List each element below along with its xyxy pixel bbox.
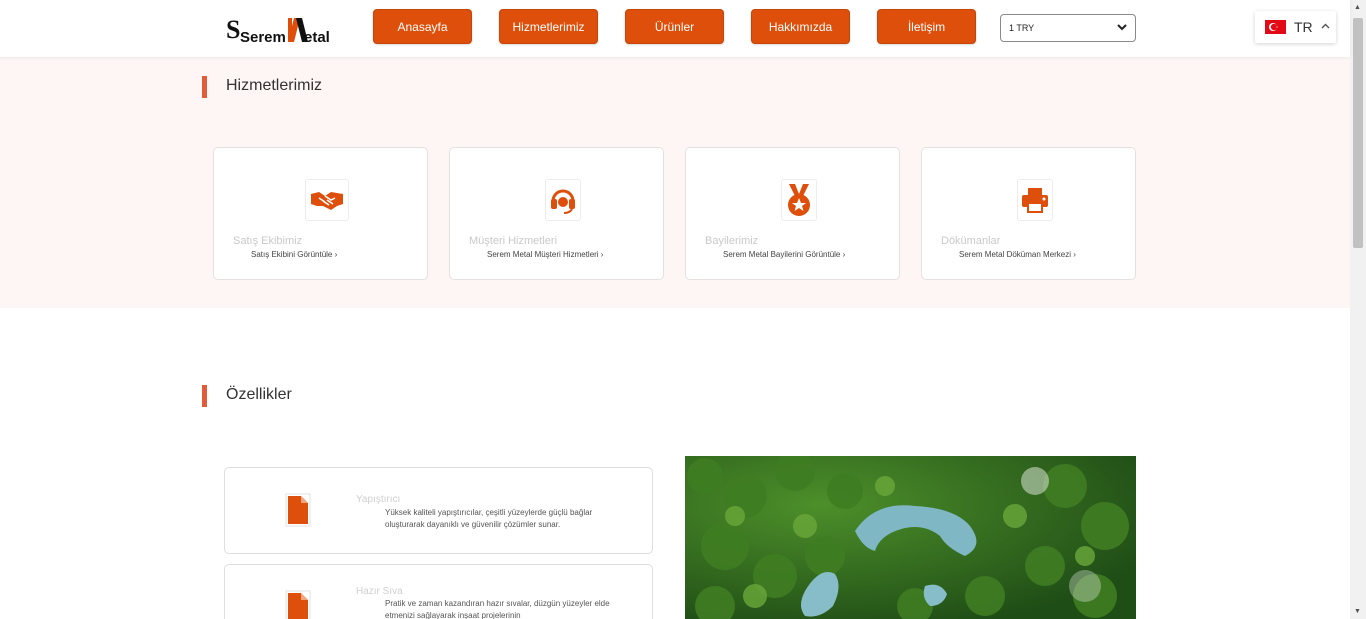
section-accent-bar [202,76,207,98]
feature-title: Yapıştırıcı [356,494,401,505]
currency-select[interactable]: 1 TRY [1000,14,1136,42]
printer-icon [1017,179,1053,221]
service-card-link[interactable]: Serem Metal Bayilerini Görüntüle › [723,250,845,259]
service-card-link[interactable]: Satış Ekibini Görüntüle › [251,250,337,259]
feature-description: Yüksek kaliteli yapıştırıcılar, çeşitli … [385,508,593,529]
service-card-title: Dökümanlar [941,235,1001,247]
nav-urunler-button[interactable]: Ürünler [625,9,724,44]
page-scrollbar[interactable]: ▲ ▼ [1350,0,1366,619]
svg-text:etal: etal [304,29,330,46]
turkey-flag-icon [1265,20,1286,34]
service-card-link[interactable]: Serem Metal Döküman Merkezi › [959,250,1076,259]
service-card-link[interactable]: Serem Metal Müşteri Hizmetleri › [487,250,603,259]
headset-icon [545,179,581,221]
service-card-title: Bayilerimiz [705,235,759,247]
document-icon [285,590,311,619]
nav-anasayfa-button[interactable]: Anasayfa [373,9,472,44]
svg-text:S: S [226,15,240,44]
nav-iletisim-button[interactable]: İletişim [877,9,976,44]
scroll-up-arrow-icon[interactable]: ▲ [1354,4,1361,11]
document-icon [285,493,311,532]
scroll-down-arrow-icon[interactable]: ▼ [1354,608,1361,615]
service-card-title: Satış Ekibimiz [233,235,303,247]
service-card-title: Müşteri Hizmetleri [469,235,558,247]
language-switcher[interactable]: TR [1255,11,1336,43]
serem-metal-logo[interactable]: S Serem etal [226,12,338,46]
language-code: TR [1294,19,1313,35]
header: S Serem etal Anasayfa Hizmetlerimiz Ürün… [0,0,1350,57]
features-title: Özellikler [226,386,292,403]
svg-text:Serem: Serem [240,29,286,46]
services-title: Hizmetlerimiz [226,77,322,94]
medal-icon [781,179,817,221]
feature-item-hazir-siva[interactable]: Hazır Sıva Pratik ve zaman kazandıran ha… [224,564,653,619]
service-card-documents[interactable]: Dökümanlar Serem Metal Döküman Merkezi › [921,147,1136,280]
section-accent-bar [202,385,207,407]
feature-description: Pratik ve zaman kazandıran hazır sıvalar… [385,599,610,619]
nav-hizmetlerimiz-button[interactable]: Hizmetlerimiz [499,9,598,44]
scrollbar-thumb[interactable] [1353,18,1363,248]
service-card-dealers[interactable]: Bayilerimiz Serem Metal Bayilerini Görün… [685,147,900,280]
handshake-icon [305,179,349,221]
nav-hakkimizda-button[interactable]: Hakkımızda [751,9,850,44]
currency-selected-value: 1 TRY [1009,23,1035,33]
forest-aerial-image [685,456,1136,619]
chevron-down-icon [1117,22,1127,35]
service-card-sales[interactable]: Satış Ekibimiz Satış Ekibini Görüntüle › [213,147,428,280]
chevron-up-icon [1321,22,1330,33]
feature-item-yapistirici[interactable]: Yapıştırıcı Yüksek kaliteli yapıştırıcıl… [224,467,653,554]
service-card-support[interactable]: Müşteri Hizmetleri Serem Metal Müşteri H… [449,147,664,280]
feature-title: Hazır Sıva [356,586,403,597]
